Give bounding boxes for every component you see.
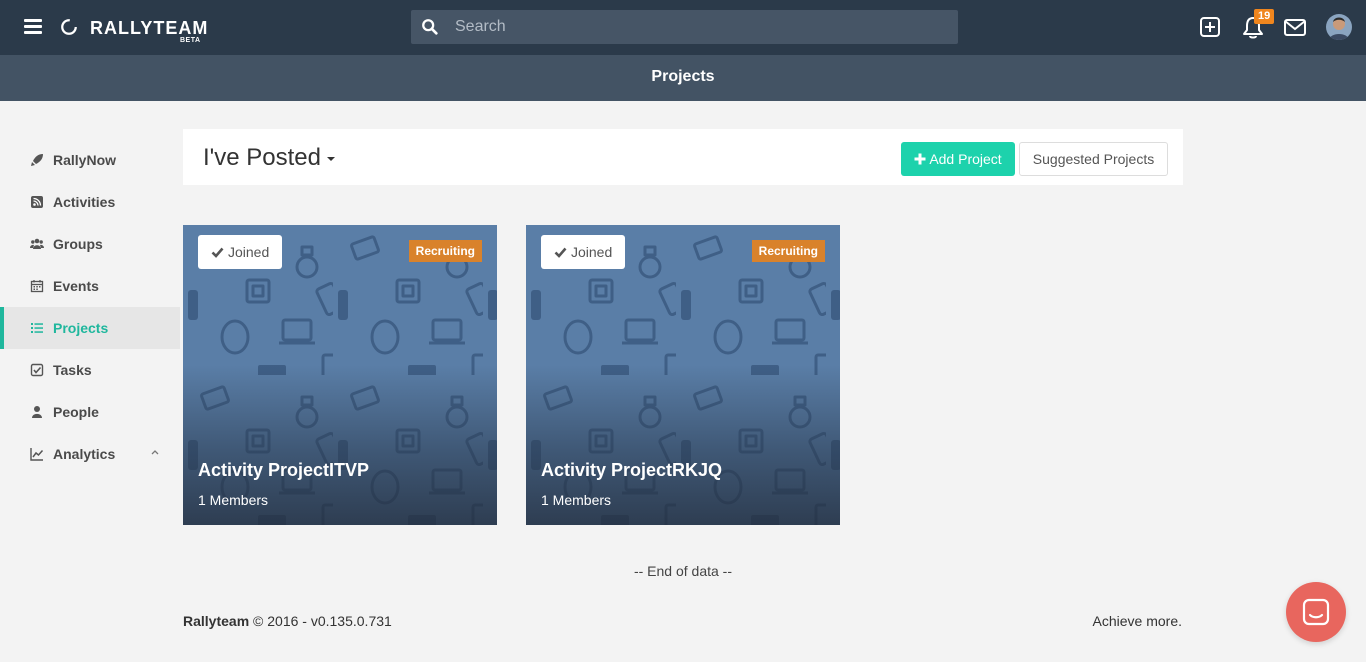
avatar[interactable]: [1326, 14, 1352, 40]
sidebar-item-tasks[interactable]: Tasks: [0, 349, 180, 391]
plus-square-icon[interactable]: [1197, 14, 1223, 40]
rocket-icon: [31, 154, 43, 166]
sidebar-item-people[interactable]: People: [0, 391, 180, 433]
sidebar-item-label: Groups: [53, 236, 103, 252]
joined-button[interactable]: Joined: [198, 235, 283, 269]
brand-beta-tag: BETA: [180, 37, 201, 44]
brand-name: RALLYTEAM: [90, 18, 209, 38]
project-title[interactable]: Activity ProjectITVP: [198, 460, 369, 481]
chat-launcher-button[interactable]: [1286, 582, 1346, 642]
project-members: 1 Members: [198, 492, 269, 508]
projects-toolbar: I've Posted Add Project Suggested Projec…: [183, 129, 1183, 185]
add-project-label: Add Project: [929, 151, 1002, 167]
joined-label: Joined: [571, 244, 613, 260]
filter-label: I've Posted: [203, 144, 321, 171]
sidebar-item-analytics[interactable]: Analytics: [0, 433, 180, 475]
footer-tagline: Achieve more.: [1092, 613, 1182, 629]
project-members: 1 Members: [541, 492, 612, 508]
sidebar-item-label: Analytics: [53, 446, 116, 462]
caret-down-icon: [326, 156, 335, 161]
footer-brand[interactable]: Rallyteam: [183, 613, 249, 629]
calendar-icon: [30, 280, 44, 293]
sidebar-item-label: People: [53, 404, 99, 420]
project-card[interactable]: Joined Recruiting Activity ProjectITVP 1…: [183, 225, 497, 525]
filter-dropdown[interactable]: I've Posted: [203, 144, 335, 172]
project-title[interactable]: Activity ProjectRKJQ: [541, 460, 722, 481]
sidebar-item-label: Activities: [53, 194, 116, 210]
page-title: Projects: [651, 68, 715, 85]
chat-icon: [1302, 598, 1330, 626]
avatar-image: [1326, 14, 1352, 40]
list-icon: [31, 323, 43, 333]
end-of-data-text: -- End of data --: [633, 563, 733, 579]
sidebar: RallyNow Activities Groups Events Projec…: [0, 139, 180, 475]
suggested-projects-label: Suggested Projects: [1032, 151, 1155, 167]
footer-version: © 2016 - v0.135.0.731: [253, 613, 392, 629]
plus-icon: [914, 153, 926, 165]
suggested-projects-button[interactable]: Suggested Projects: [1019, 142, 1168, 176]
sidebar-item-rallynow[interactable]: RallyNow: [0, 139, 180, 181]
user-icon: [32, 406, 42, 418]
joined-button[interactable]: Joined: [541, 235, 626, 269]
menu-icon[interactable]: [24, 19, 42, 35]
page-header: Projects: [0, 55, 1366, 101]
recruiting-badge: Recruiting: [751, 240, 825, 262]
recruiting-badge: Recruiting: [408, 240, 482, 262]
add-project-button[interactable]: Add Project: [901, 142, 1015, 176]
sidebar-item-projects[interactable]: Projects: [0, 307, 180, 349]
sidebar-item-groups[interactable]: Groups: [0, 223, 180, 265]
rss-icon: [31, 196, 43, 208]
sidebar-item-label: RallyNow: [53, 152, 117, 168]
notification-badge: 19: [1254, 9, 1275, 24]
sidebar-item-label: Tasks: [53, 362, 92, 378]
search-input[interactable]: [455, 10, 945, 44]
joined-label: Joined: [228, 244, 270, 260]
envelope-icon[interactable]: [1282, 14, 1308, 40]
users-icon: [30, 238, 44, 249]
search-icon: [422, 19, 438, 35]
sidebar-item-label: Events: [53, 278, 99, 294]
sidebar-item-activities[interactable]: Activities: [0, 181, 180, 223]
project-card[interactable]: Joined Recruiting Activity ProjectRKJQ 1…: [526, 225, 840, 525]
line-chart-icon: [30, 448, 44, 461]
chevron-up-icon[interactable]: [150, 447, 160, 457]
sidebar-item-events[interactable]: Events: [0, 265, 180, 307]
logo-ring-icon: [61, 19, 77, 35]
footer-copyright: Rallyteam © 2016 - v0.135.0.731: [183, 613, 392, 629]
check-icon: [211, 247, 224, 258]
search-box: [411, 10, 958, 44]
sidebar-item-label: Projects: [53, 320, 109, 336]
top-navbar: RALLYTEAM BETA 19: [0, 0, 1366, 55]
check-icon: [554, 247, 567, 258]
check-square-icon: [30, 363, 44, 377]
